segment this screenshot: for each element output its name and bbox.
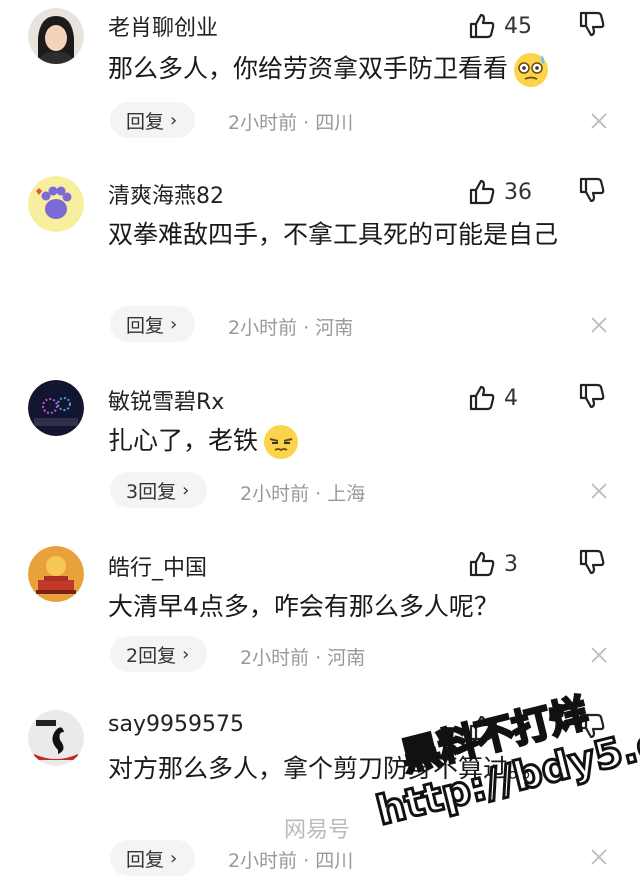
close-icon[interactable]	[588, 644, 610, 666]
thumbs-up-icon	[469, 13, 495, 39]
meta-separator: ·	[297, 317, 316, 339]
reply-label: 回复	[126, 848, 165, 871]
meta-separator: ·	[309, 647, 328, 669]
meta-separator: ·	[297, 112, 316, 134]
comment-meta: 2小时前 · 河南	[228, 313, 353, 340]
reply-button[interactable]: 3回复 ›	[110, 472, 208, 508]
like-count: 36	[504, 179, 532, 205]
comment-meta: 2小时前 · 上海	[240, 479, 365, 506]
meta-separator: ·	[309, 483, 328, 505]
close-icon[interactable]	[588, 480, 610, 502]
like-button[interactable]: 4	[468, 382, 538, 414]
like-button[interactable]: 3	[468, 548, 538, 580]
thumbs-down-icon	[579, 549, 605, 575]
dislike-button[interactable]	[578, 176, 610, 208]
comment-location: 河南	[315, 317, 354, 339]
avatar[interactable]	[28, 710, 84, 766]
thumbs-up-icon	[469, 551, 495, 577]
comment-text-content: 那么多人，你给劳资拿双手防卫看看	[108, 54, 509, 83]
comment-text: 那么多人，你给劳资拿双手防卫看看	[108, 48, 608, 90]
thumbs-down-icon	[579, 383, 605, 409]
smirk-emoji-icon	[262, 423, 300, 461]
thumbs-up-icon	[469, 179, 495, 205]
comment-time: 2小时前	[228, 850, 298, 872]
watermark-source: 网易号	[284, 818, 351, 843]
thumbs-down-icon	[579, 177, 605, 203]
avatar[interactable]	[28, 8, 84, 64]
chevron-right-icon: ›	[170, 847, 178, 869]
comment-meta: 2小时前 · 河南	[240, 643, 365, 670]
avatar[interactable]	[28, 380, 84, 436]
comment-text-content: 双拳难敌四手，不拿工具死的可能是自己	[108, 220, 559, 249]
like-button[interactable]: 45	[468, 10, 538, 42]
comment-text: 双拳难敌四手，不拿工具死的可能是自己	[108, 214, 598, 256]
comment-time: 2小时前	[228, 112, 298, 134]
chevron-right-icon: ›	[182, 479, 190, 501]
avatar[interactable]	[28, 176, 84, 232]
reply-button[interactable]: 回复 ›	[110, 306, 196, 342]
chevron-right-icon: ›	[170, 109, 178, 131]
comment-text: 扎心了，老铁	[108, 420, 608, 462]
username[interactable]: 清爽海燕82	[108, 178, 224, 210]
close-icon[interactable]	[588, 110, 610, 132]
comment-meta: 2小时前 · 四川	[228, 108, 353, 135]
reply-button[interactable]: 回复 ›	[110, 840, 196, 876]
reply-label: 回复	[126, 314, 165, 337]
dislike-button[interactable]	[578, 382, 610, 414]
avatar[interactable]	[28, 546, 84, 602]
reply-label: 2回复	[126, 644, 177, 667]
dislike-button[interactable]	[578, 548, 610, 580]
like-count: 4	[504, 385, 518, 411]
close-icon[interactable]	[588, 314, 610, 336]
reply-label: 3回复	[126, 480, 177, 503]
dislike-button[interactable]	[578, 10, 610, 42]
username[interactable]: 皓行_中国	[108, 550, 207, 582]
chevron-right-icon: ›	[170, 313, 178, 335]
comment-location: 上海	[327, 483, 366, 505]
like-button[interactable]: 36	[468, 176, 538, 208]
comment-time: 2小时前	[240, 647, 310, 669]
like-count: 45	[504, 13, 532, 39]
comment-text-content: 大清早4点多，咋会有那么多人呢？	[108, 592, 499, 621]
meta-separator: ·	[297, 850, 316, 872]
username[interactable]: say9959575	[108, 712, 244, 737]
comment-location: 四川	[315, 112, 354, 134]
thumbs-up-icon	[469, 385, 495, 411]
comment-location: 河南	[327, 647, 366, 669]
comment-time: 2小时前	[240, 483, 310, 505]
chevron-right-icon: ›	[182, 643, 190, 665]
close-icon[interactable]	[588, 846, 610, 868]
comment-text-content: 扎心了，老铁	[108, 426, 259, 455]
comment-time: 2小时前	[228, 317, 298, 339]
comment-location: 四川	[315, 850, 354, 872]
like-count: 3	[504, 551, 518, 577]
username[interactable]: 敏锐雪碧Rx	[108, 384, 224, 416]
thumbs-down-icon	[579, 11, 605, 37]
username[interactable]: 老肖聊创业	[108, 10, 218, 42]
sweat-emoji-icon	[512, 51, 550, 89]
reply-button[interactable]: 2回复 ›	[110, 636, 208, 672]
reply-label: 回复	[126, 110, 165, 133]
comment-text: 大清早4点多，咋会有那么多人呢？	[108, 586, 608, 628]
reply-button[interactable]: 回复 ›	[110, 102, 196, 138]
